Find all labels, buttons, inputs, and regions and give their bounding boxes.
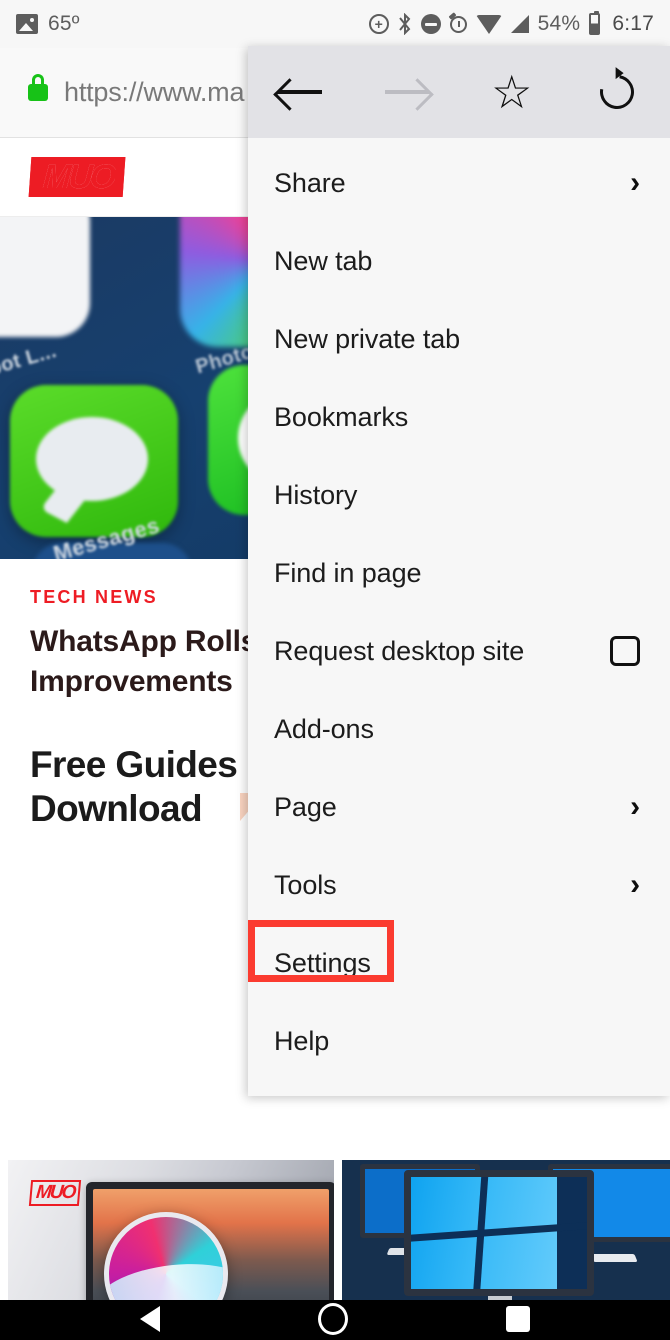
menu-item-label: Find in page (274, 557, 422, 588)
menu-item-label: Share (274, 167, 346, 198)
chevron-right-icon: › (630, 790, 640, 823)
do-not-disturb-icon (420, 14, 441, 34)
windows-logo-icon (411, 1177, 558, 1289)
menu-item-find-in-page[interactable]: Find in page (248, 534, 670, 612)
windows-monitor-main (404, 1170, 595, 1296)
bluetooth-glyph (398, 12, 411, 36)
browser-menu-panel: ☆ Share › New tab New private tab Bookma… (248, 46, 670, 1096)
circle-home-icon[interactable] (318, 1303, 348, 1335)
menu-item-new-private-tab[interactable]: New private tab (248, 300, 670, 378)
card-muo-logo: MUO (28, 1180, 82, 1206)
menu-item-help[interactable]: Help (248, 1002, 670, 1080)
bookmark-button[interactable]: ☆ (459, 46, 565, 138)
menu-item-label: History (274, 479, 358, 510)
menu-item-label: Bookmarks (274, 401, 409, 432)
star-icon: ☆ (491, 66, 533, 118)
reload-button[interactable] (565, 46, 670, 138)
article-card-windows[interactable] (342, 1160, 670, 1300)
muo-logo[interactable]: MUO (28, 157, 126, 198)
alarm-icon (449, 16, 467, 33)
menu-item-label: New tab (274, 245, 373, 276)
wifi-icon (475, 14, 502, 34)
article-headline-line2: Improvements (30, 664, 233, 698)
menu-item-label: Tools (274, 869, 337, 900)
phone-screen: 65º 54% 6:17 https://www.ma MUO (0, 0, 670, 1340)
menu-item-page[interactable]: Page › (248, 768, 670, 846)
windows-stand-right (590, 1254, 638, 1262)
menu-item-tools[interactable]: Tools › (248, 846, 670, 924)
status-bar-left: 65º (16, 12, 80, 36)
android-navigation-bar (0, 1300, 670, 1340)
hero-app-tile-white (0, 217, 90, 337)
chevron-right-icon: › (630, 166, 640, 199)
chevron-right-icon: › (630, 868, 640, 901)
article-card-siri[interactable]: MUO SIRI ON MAC: 11 WAYS TO GET TASKS DO… (8, 1160, 335, 1300)
menu-item-new-tab[interactable]: New tab (248, 222, 670, 300)
forward-button[interactable] (354, 46, 460, 138)
location-icon (368, 11, 389, 37)
status-bar-right: 54% 6:17 (368, 11, 654, 37)
status-bar: 65º 54% 6:17 (0, 0, 670, 48)
url-text[interactable]: https://www.ma (64, 77, 244, 108)
menu-item-list: Share › New tab New private tab Bookmark… (248, 138, 670, 1096)
clock-time: 6:17 (612, 12, 654, 35)
menu-item-label: Settings (274, 947, 371, 978)
menu-item-settings[interactable]: Settings (248, 924, 670, 1002)
muo-logo-text: MUO (41, 158, 115, 197)
triangle-back-icon[interactable] (140, 1306, 160, 1332)
menu-item-add-ons[interactable]: Add-ons (248, 690, 670, 768)
battery-icon (589, 11, 601, 35)
square-recents-icon[interactable] (506, 1306, 530, 1332)
arrow-right-icon (383, 79, 430, 105)
article-card-list: MUO SIRI ON MAC: 11 WAYS TO GET TASKS DO… (0, 1160, 670, 1300)
hero-label-spotlight: pot L... (0, 339, 60, 381)
cellular-signal-icon (510, 15, 529, 33)
lock-icon (28, 74, 48, 101)
menu-item-label: Add-ons (274, 713, 374, 744)
photo-icon (16, 14, 38, 34)
bluetooth-icon (398, 12, 412, 36)
menu-item-bookmarks[interactable]: Bookmarks (248, 378, 670, 456)
menu-item-history[interactable]: History (248, 456, 670, 534)
weather-temperature: 65º (48, 12, 80, 35)
menu-item-label: Help (274, 1025, 330, 1056)
menu-item-label: New private tab (274, 323, 461, 354)
menu-item-request-desktop-site[interactable]: Request desktop site (248, 612, 670, 690)
menu-item-share[interactable]: Share › (248, 144, 670, 222)
arrow-left-icon (277, 79, 324, 105)
request-desktop-site-checkbox[interactable] (610, 636, 640, 666)
menu-item-label: Request desktop site (274, 635, 525, 666)
menu-toolbar: ☆ (248, 46, 670, 138)
promo-line1: Free Guides (30, 744, 238, 786)
back-button[interactable] (248, 46, 354, 138)
battery-percent: 54% (537, 12, 581, 35)
promo-line2: Download (30, 787, 203, 829)
reload-icon (593, 68, 641, 116)
menu-item-label: Page (274, 791, 337, 822)
